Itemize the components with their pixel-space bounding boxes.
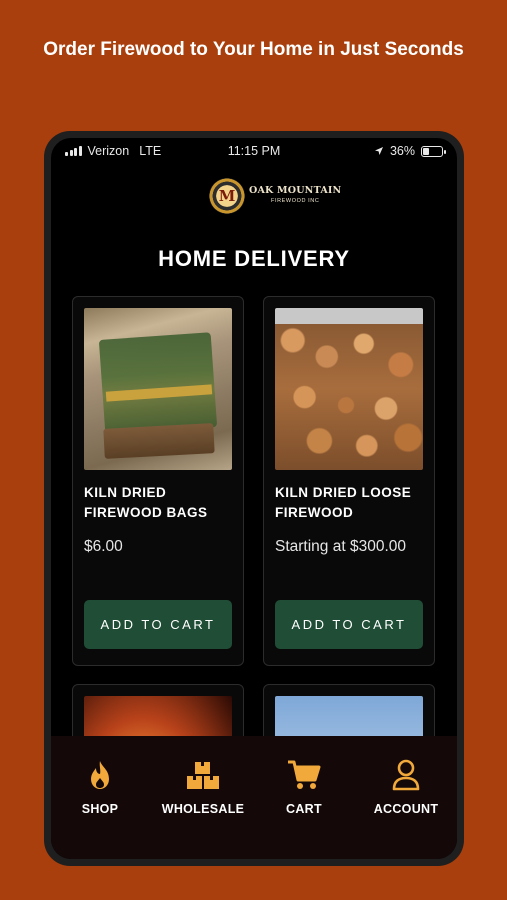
brand-name: OAK MOUNTAIN [249, 185, 342, 196]
tab-label: SHOP [81, 802, 119, 816]
location-arrow-icon [374, 147, 383, 155]
page-title: HOME DELIVERY [158, 246, 350, 271]
tab-account[interactable]: ACCOUNT [356, 758, 456, 816]
app-screen: Verizon LTE 11:15 PM 36% M OAK MOUNTAIN … [51, 138, 457, 859]
phone-frame: Verizon LTE 11:15 PM 36% M OAK MOUNTAIN … [44, 131, 464, 866]
battery-percent: 36% [389, 144, 415, 158]
product-card[interactable]: KILN DRIED FIREWOOD BAGS $6.00 ADD TO CA… [72, 296, 244, 666]
product-name[interactable]: KILN DRIED LOOSE FIREWOOD [275, 483, 425, 523]
product-card[interactable]: KILN DRIED LOOSE FIREWOOD Starting at $3… [263, 296, 435, 666]
brand-subtitle: FIREWOOD INC [270, 198, 320, 204]
battery-icon [421, 145, 446, 157]
product-price: Starting at $300.00 [275, 538, 406, 555]
user-icon [356, 758, 456, 792]
product-price: $6.00 [84, 538, 123, 555]
battery-fill [423, 147, 430, 155]
tab-wholesale[interactable]: WHOLESALE [153, 758, 253, 816]
product-image[interactable] [275, 308, 423, 470]
bottom-tab-bar: SHOP WHOLESALE CART ACCOUNT [51, 736, 457, 859]
product-name[interactable]: KILN DRIED FIREWOOD BAGS [84, 483, 234, 523]
add-to-cart-button[interactable]: ADD TO CART [275, 600, 423, 649]
logo-emblem-icon: M [209, 178, 245, 214]
product-image[interactable] [84, 308, 232, 470]
cart-icon [254, 758, 354, 792]
promo-headline: Order Firewood to Your Home in Just Seco… [43, 39, 464, 60]
tab-label: CART [286, 802, 322, 816]
tab-cart[interactable]: CART [254, 758, 354, 816]
flame-icon [51, 758, 150, 792]
logo-text: OAK MOUNTAIN FIREWOOD INC [249, 186, 341, 206]
tab-shop[interactable]: SHOP [51, 758, 150, 816]
add-to-cart-button[interactable]: ADD TO CART [84, 600, 232, 649]
status-bar: Verizon LTE 11:15 PM 36% [51, 138, 457, 162]
boxes-icon [153, 758, 253, 792]
tab-label: WHOLESALE [161, 802, 245, 816]
tab-label: ACCOUNT [373, 802, 439, 816]
status-right: 36% [374, 144, 446, 158]
brand-logo[interactable]: M OAK MOUNTAIN FIREWOOD INC [209, 178, 341, 214]
